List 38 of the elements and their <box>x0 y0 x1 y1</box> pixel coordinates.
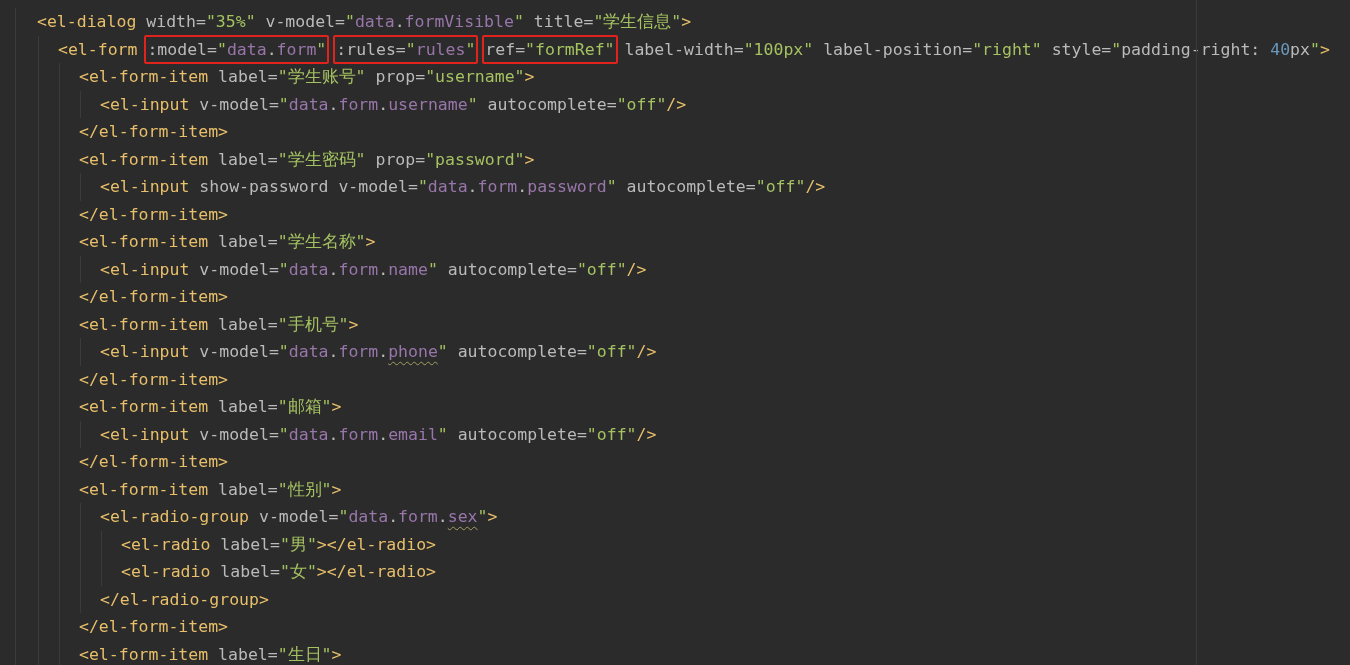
code-token: " <box>1309 39 1320 59</box>
code-token: " <box>1111 39 1122 59</box>
code-line: </el-form-item> <box>79 122 228 141</box>
code-token: px <box>1290 39 1310 59</box>
code-line: </el-form-item> <box>79 452 228 471</box>
code-line: <el-form-item label="手机号"> <box>79 314 359 334</box>
code-line: <el-input show-password v-model="data.form.password" autocomplete="off"/> <box>100 177 826 196</box>
highlight-box: :rules="rules" <box>333 34 479 64</box>
code-token: style= <box>1051 39 1112 59</box>
code-line: </el-form-item> <box>79 204 228 224</box>
code-token: "right" <box>972 39 1043 59</box>
code-token: <el-form <box>58 39 139 59</box>
highlight-box: ref="formRef" <box>482 34 618 64</box>
code-line: </el-radio-group> <box>100 589 269 609</box>
code-line: <el-form-item label="邮箱"> <box>79 397 342 416</box>
code-line: </el-form-item> <box>79 369 228 389</box>
code-line: </el-form-item> <box>79 617 228 636</box>
code-line: <el-input v-model="data.form.name" autocomplete="off"/> <box>100 259 647 279</box>
code-line: <el-input v-model="data.form.phone" autocomplete="off"/> <box>100 342 657 361</box>
code-token: "100px" <box>743 39 815 59</box>
code-token: 40 <box>1270 39 1291 59</box>
code-line: <el-form-item label="学生密码" prop="password"> <box>79 149 535 169</box>
code-line: <el-form-item label="生日"> <box>79 644 342 664</box>
code-line: <el-form-item label="性别"> <box>79 479 342 499</box>
code-line: <el-radio label="男"></el-radio> <box>121 534 437 554</box>
code-line: <el-radio label="女"></el-radio> <box>121 562 437 581</box>
code-line: <el-dialog width="35%" v-model="data.formVisible" title="学生信息"> <box>37 12 692 31</box>
code-line: <el-input v-model="data.form.email" autocomplete="off"/> <box>100 424 657 444</box>
highlight-box: :model="data.form" <box>144 34 330 64</box>
code-token: label-position= <box>823 39 973 59</box>
code-line: <el-form-item label="学生名称"> <box>79 232 376 251</box>
code-line: <el-radio-group v-model="data.form.sex"> <box>100 507 498 526</box>
code-line: </el-form-item> <box>79 287 228 306</box>
code-token: label-width= <box>623 39 744 59</box>
code-token: padding-right: <box>1121 39 1262 59</box>
code-line: <el-input v-model="data.form.username" autocomplete="off"/> <box>100 94 687 114</box>
code-token: > <box>1319 39 1330 59</box>
code-line: <el-form-item label="学生账号" prop="username"> <box>79 67 535 86</box>
